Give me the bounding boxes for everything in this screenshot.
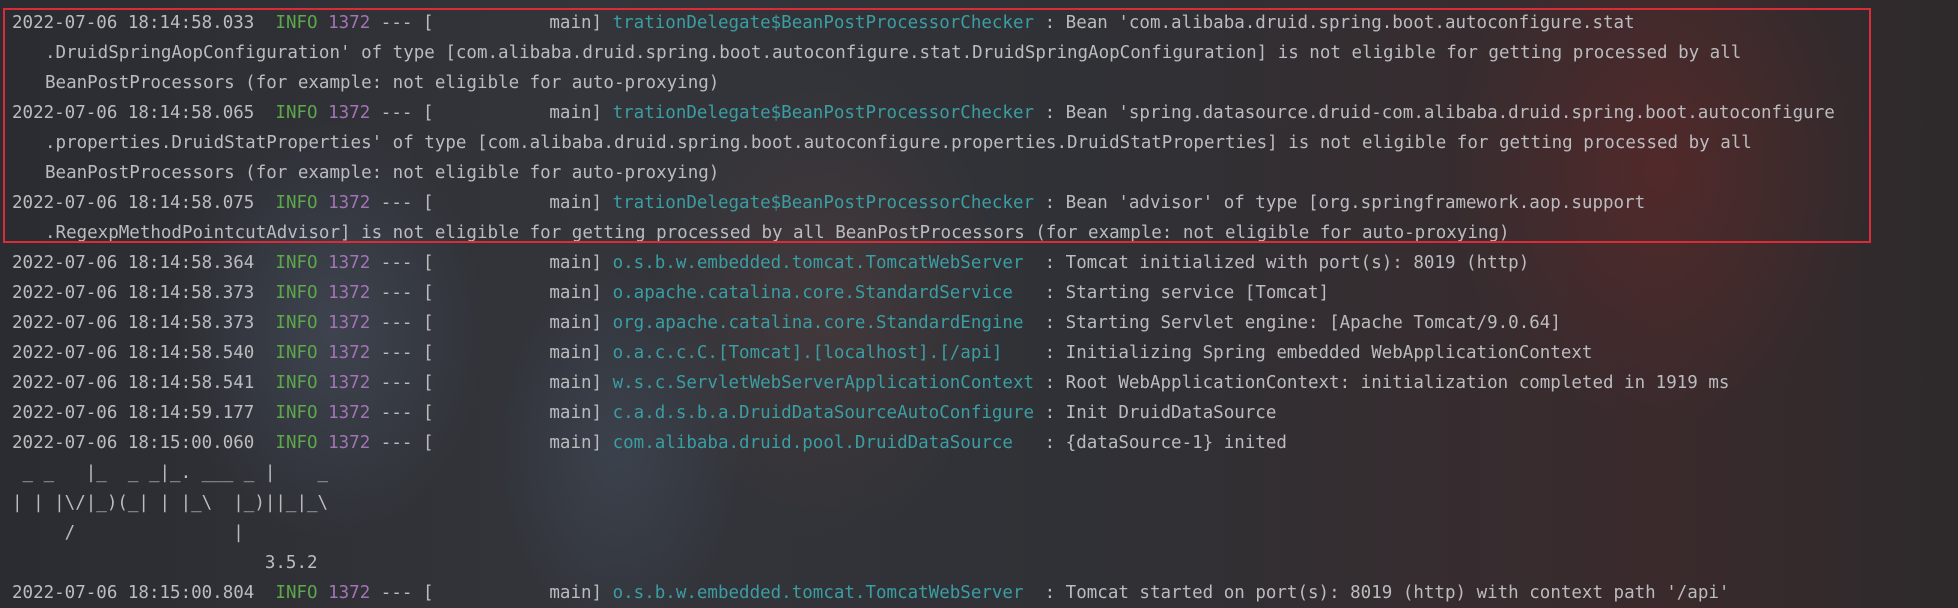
log-logger: w.s.c.ServletWebServerApplicationContext — [612, 373, 1035, 393]
log-message: Starting Servlet engine: [Apache Tomcat/… — [1065, 313, 1561, 333]
ascii-banner-line: _ _ |_ _ _|_. ___ _ | _ — [12, 463, 329, 483]
log-timestamp: 2022-07-06 18:15:00.804 — [12, 583, 255, 603]
log-message: {dataSource-1} inited — [1065, 433, 1287, 453]
log-line: 2022-07-06 18:14:58.541 INFO 1372 --- [ … — [12, 368, 1958, 398]
log-timestamp: 2022-07-06 18:14:58.541 — [12, 373, 255, 393]
log-thread: main] — [433, 373, 613, 393]
log-thread: main] — [433, 313, 613, 333]
log-timestamp: 2022-07-06 18:14:58.373 — [12, 283, 255, 303]
log-timestamp: 2022-07-06 18:14:58.540 — [12, 343, 255, 363]
log-pid: 1372 — [328, 343, 371, 363]
log-logger-pad: : — [1012, 283, 1066, 303]
log-pid: 1372 — [328, 253, 371, 273]
log-thread: main] — [433, 583, 613, 603]
log-separator: --- [ — [370, 433, 434, 453]
log-level: INFO — [275, 403, 318, 423]
log-message: Initializing Spring embedded WebApplicat… — [1065, 343, 1593, 363]
log-logger-pad: : — [1034, 373, 1066, 393]
log-thread: main] — [433, 253, 613, 273]
log-timestamp: 2022-07-06 18:14:58.364 — [12, 253, 255, 273]
log-message: Root WebApplicationContext: initializati… — [1065, 373, 1730, 393]
log-logger: o.s.b.w.embedded.tomcat.TomcatWebServer — [612, 583, 1024, 603]
log-line: 2022-07-06 18:14:58.373 INFO 1372 --- [ … — [12, 308, 1958, 338]
log-thread: main] — [433, 283, 613, 303]
log-pid: 1372 — [328, 373, 371, 393]
log-logger: c.a.d.s.b.a.DruidDataSourceAutoConfigure — [612, 403, 1035, 423]
log-logger-pad: : — [1002, 343, 1066, 363]
ascii-banner-line: | | |\/|_)(_| | |_\ |_)||_|_\ — [12, 493, 329, 513]
ascii-banner-line: 3.5.2 — [12, 553, 318, 573]
log-line: 2022-07-06 18:14:58.364 INFO 1372 --- [ … — [12, 248, 1958, 278]
log-separator: --- [ — [370, 283, 434, 303]
log-logger-pad: : — [1023, 253, 1066, 273]
log-line: 2022-07-06 18:15:00.804 INFO 1372 --- [ … — [12, 578, 1958, 608]
log-logger: o.s.b.w.embedded.tomcat.TomcatWebServer — [612, 253, 1024, 273]
log-message: Init DruidDataSource — [1065, 403, 1277, 423]
log-thread: main] — [433, 433, 613, 453]
log-level: INFO — [275, 253, 318, 273]
log-pid: 1372 — [328, 433, 371, 453]
log-separator: --- [ — [370, 583, 434, 603]
log-separator: --- [ — [370, 373, 434, 393]
log-logger: o.a.c.c.C.[Tomcat].[localhost].[/api] — [612, 343, 1003, 363]
log-pid: 1372 — [328, 583, 371, 603]
log-pid: 1372 — [328, 403, 371, 423]
log-timestamp: 2022-07-06 18:15:00.060 — [12, 433, 255, 453]
log-pid: 1372 — [328, 283, 371, 303]
log-logger-pad: : — [1023, 583, 1066, 603]
highlight-annotation-box — [3, 8, 1871, 243]
log-message: Tomcat started on port(s): 8019 (http) w… — [1065, 583, 1730, 603]
log-logger-pad: : — [1023, 313, 1066, 333]
ascii-banner-line: / | — [12, 523, 244, 543]
log-line: 2022-07-06 18:14:59.177 INFO 1372 --- [ … — [12, 398, 1958, 428]
log-logger: com.alibaba.druid.pool.DruidDataSource — [612, 433, 1013, 453]
log-timestamp: 2022-07-06 18:14:59.177 — [12, 403, 255, 423]
log-level: INFO — [275, 343, 318, 363]
log-logger: org.apache.catalina.core.StandardEngine — [612, 313, 1024, 333]
log-level: INFO — [275, 433, 318, 453]
log-level: INFO — [275, 583, 318, 603]
log-thread: main] — [433, 403, 613, 423]
log-message: Starting service [Tomcat] — [1065, 283, 1330, 303]
log-separator: --- [ — [370, 403, 434, 423]
log-thread: main] — [433, 343, 613, 363]
log-logger-pad: : — [1012, 433, 1066, 453]
log-separator: --- [ — [370, 313, 434, 333]
log-line: 2022-07-06 18:15:00.060 INFO 1372 --- [ … — [12, 428, 1958, 458]
log-pid: 1372 — [328, 313, 371, 333]
log-level: INFO — [275, 283, 318, 303]
log-separator: --- [ — [370, 253, 434, 273]
log-level: INFO — [275, 373, 318, 393]
log-message: Tomcat initialized with port(s): 8019 (h… — [1065, 253, 1530, 273]
log-logger-pad: : — [1034, 403, 1066, 423]
log-logger: o.apache.catalina.core.StandardService — [612, 283, 1013, 303]
console-output[interactable]: 2022-07-06 18:14:58.033 INFO 1372 --- [ … — [0, 0, 1958, 608]
log-level: INFO — [275, 313, 318, 333]
log-separator: --- [ — [370, 343, 434, 363]
log-line: 2022-07-06 18:14:58.540 INFO 1372 --- [ … — [12, 338, 1958, 368]
log-timestamp: 2022-07-06 18:14:58.373 — [12, 313, 255, 333]
log-line: 2022-07-06 18:14:58.373 INFO 1372 --- [ … — [12, 278, 1958, 308]
